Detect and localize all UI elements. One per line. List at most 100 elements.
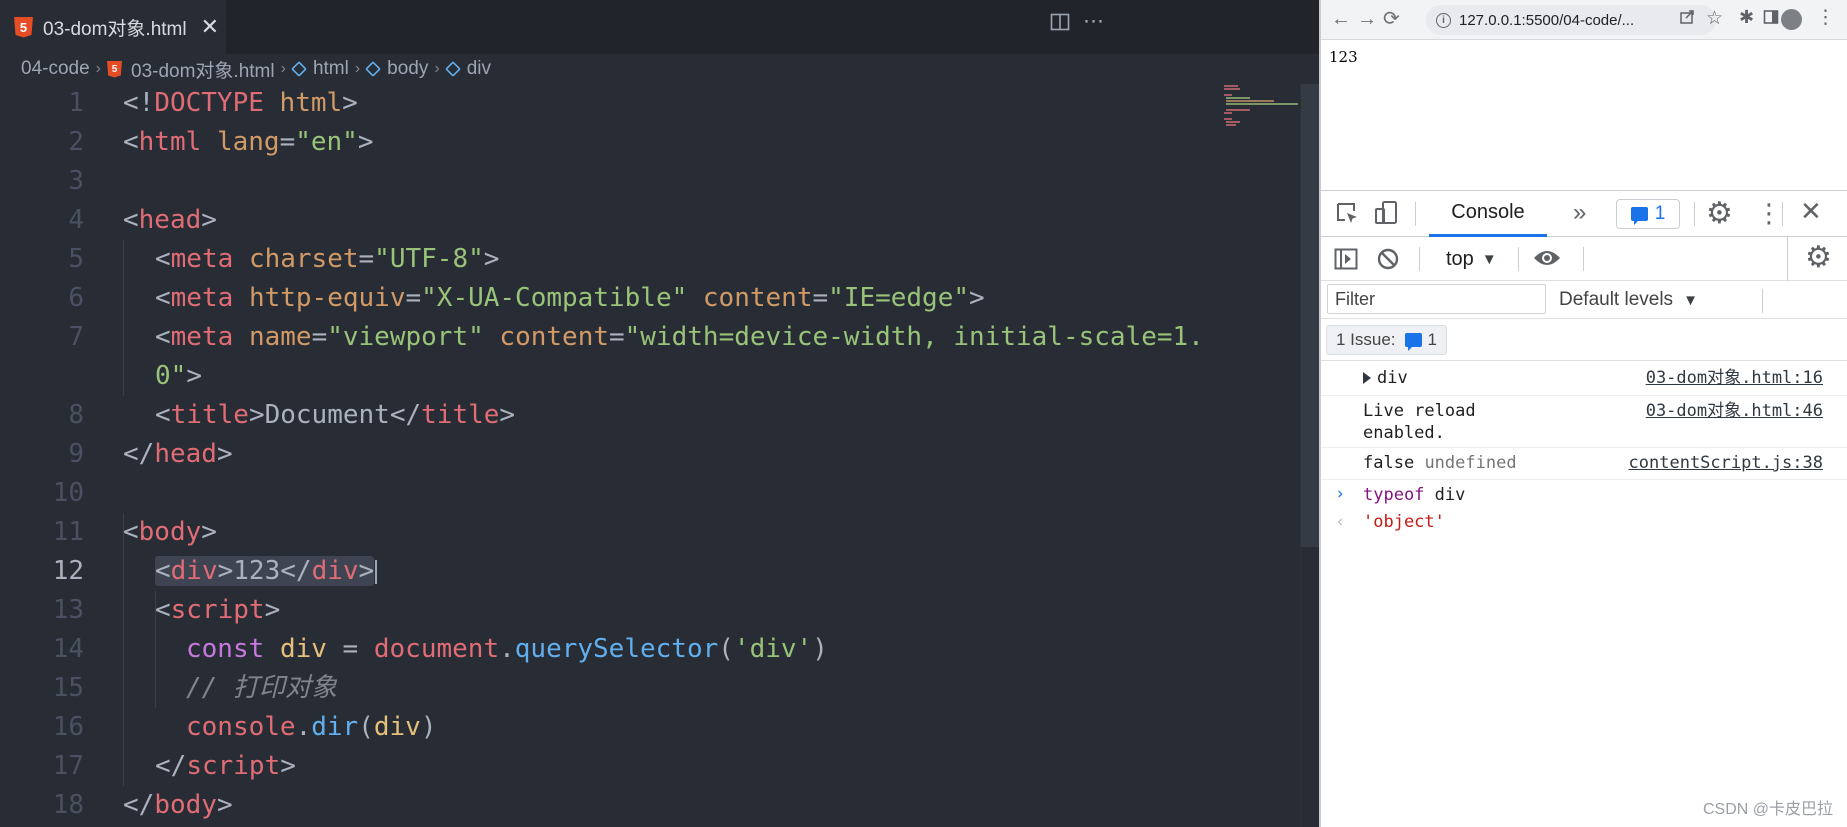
toolbar-divider xyxy=(1419,247,1420,271)
log-source-link[interactable]: 03-dom对象.html:46 xyxy=(1646,400,1823,422)
toolbar-divider xyxy=(1782,202,1783,226)
clear-console-icon[interactable] xyxy=(1376,247,1400,276)
input-keyword: typeof xyxy=(1363,485,1425,505)
line-number: 8 xyxy=(68,400,84,430)
input-expression: div xyxy=(1424,485,1466,505)
line-number: 5 xyxy=(68,244,84,274)
scrollbar-thumb[interactable] xyxy=(1301,84,1319,547)
log-entry: false undefined contentScript.js:38 xyxy=(1321,448,1847,480)
address-bar[interactable]: i 127.0.0.1:5500/04-code/... xyxy=(1426,5,1716,35)
issues-label: 1 Issue: xyxy=(1335,330,1396,349)
back-button[interactable]: ← xyxy=(1331,8,1351,30)
caret-down-icon: ▼ xyxy=(1481,250,1497,268)
close-icon[interactable]: ✕ xyxy=(201,14,219,40)
close-icon[interactable]: ✕ xyxy=(1800,196,1822,227)
breadcrumb-folder[interactable]: 04-code xyxy=(21,58,90,80)
symbol-element-icon xyxy=(291,61,307,77)
code-line: 11 <body> xyxy=(0,513,1300,552)
live-expression-eye-icon[interactable] xyxy=(1533,248,1561,273)
log-levels-dropdown[interactable]: Default levels ▼ xyxy=(1559,281,1698,319)
minimap[interactable] xyxy=(1224,84,1302,129)
code-line: 14 const div = document.querySelector('d… xyxy=(0,630,1300,669)
line-number: 18 xyxy=(52,790,84,820)
gear-icon[interactable]: ⚙ xyxy=(1706,196,1733,231)
context-selector[interactable]: top ▼ xyxy=(1446,237,1497,281)
text-cursor xyxy=(375,559,378,584)
browser-window: ← → ⟳ i 127.0.0.1:5500/04-code/... ☆ ✱ ⋮… xyxy=(1319,0,1847,827)
line-number: 16 xyxy=(52,712,84,742)
line-number: 4 xyxy=(68,205,84,235)
console-input-line[interactable]: › typeof div xyxy=(1321,480,1847,509)
breadcrumb-div[interactable]: div xyxy=(467,58,491,80)
log-message: Live reload enabled. xyxy=(1363,401,1476,443)
log-value-undefined: undefined xyxy=(1424,453,1517,473)
log-entry[interactable]: div 03-dom对象.html:16 xyxy=(1321,361,1847,396)
toolbar-divider xyxy=(1415,202,1416,226)
chevron-right-icon: › xyxy=(280,60,286,77)
code-line: 8 <title>Document</title> xyxy=(0,396,1300,435)
sidebar-toggle-icon[interactable] xyxy=(1334,248,1358,275)
tab-console[interactable]: Console xyxy=(1429,191,1547,237)
info-icon[interactable]: i xyxy=(1436,12,1451,28)
code-line: 6 <meta http-equiv="X-UA-Compatible" con… xyxy=(0,279,1300,318)
console-settings-gear-icon[interactable]: ⚙ xyxy=(1805,240,1832,275)
line-number: 12 xyxy=(52,556,84,586)
issue-message-icon xyxy=(1404,333,1422,351)
menu-icon[interactable]: ⋮ xyxy=(1816,6,1835,29)
share-icon[interactable] xyxy=(1679,8,1696,30)
code-line: 3 xyxy=(0,162,1300,201)
side-panel-icon[interactable] xyxy=(1763,9,1779,30)
toolbar-divider xyxy=(1518,247,1519,271)
more-actions-icon[interactable]: ⋯ xyxy=(1083,9,1104,34)
code-line: 5 <meta charset="UTF-8"> xyxy=(0,240,1300,279)
messages-badge[interactable]: 1 xyxy=(1616,199,1680,229)
result-value: 'object' xyxy=(1363,512,1445,532)
profile-avatar[interactable] xyxy=(1781,9,1802,30)
browser-toolbar: ← → ⟳ i 127.0.0.1:5500/04-code/... ☆ ✱ ⋮ xyxy=(1321,0,1847,40)
message-icon xyxy=(1630,207,1648,225)
code-line: 7 <meta name="viewport" content="width=d… xyxy=(0,318,1300,357)
page-content: 123 xyxy=(1329,48,1358,66)
breadcrumb-html[interactable]: html xyxy=(313,58,349,80)
issues-row: 1 Issue: 1 xyxy=(1321,319,1847,361)
devtools-panel: Console » 1 ⚙ ⋮ ✕ top ▼ ⚙ Filter Default… xyxy=(1321,190,1847,827)
code-line: 4 <head> xyxy=(0,201,1300,240)
kebab-menu-icon[interactable]: ⋮ xyxy=(1756,198,1782,229)
inspect-element-icon[interactable] xyxy=(1335,201,1360,231)
url-text[interactable]: 127.0.0.1:5500/04-code/... xyxy=(1459,12,1634,29)
star-icon[interactable]: ☆ xyxy=(1706,7,1723,30)
more-tabs-icon[interactable]: » xyxy=(1573,199,1586,227)
breadcrumb-body[interactable]: body xyxy=(387,58,428,80)
line-number: 7 xyxy=(68,322,84,352)
line-number: 10 xyxy=(52,478,84,508)
code-line: 15 // 打印对象 xyxy=(0,669,1300,708)
code-line: 16 console.dir(div) xyxy=(0,708,1300,747)
expand-triangle-icon[interactable] xyxy=(1363,372,1371,384)
log-value-false: false xyxy=(1363,453,1415,473)
code-line: 2 <html lang="en"> xyxy=(0,123,1300,162)
result-arrow-icon: ‹ xyxy=(1335,512,1346,532)
editor-tab[interactable]: 5 03-dom对象.html ✕ xyxy=(0,0,226,54)
filter-input[interactable] xyxy=(1327,284,1546,314)
line-number: 13 xyxy=(52,595,84,625)
caret-down-icon: ▼ xyxy=(1683,291,1698,309)
log-source-link[interactable]: 03-dom对象.html:16 xyxy=(1646,367,1823,389)
breadcrumb-file[interactable]: 03-dom对象.html xyxy=(131,56,275,83)
split-editor-icon[interactable] xyxy=(1050,12,1070,38)
page-viewport: 123 xyxy=(1321,40,1847,190)
line-number: 2 xyxy=(68,127,84,157)
reload-button[interactable]: ⟳ xyxy=(1383,8,1400,30)
code-line: 13 <script> xyxy=(0,591,1300,630)
log-source-link[interactable]: contentScript.js:38 xyxy=(1629,452,1823,474)
code-line: 10 xyxy=(0,474,1300,513)
device-toolbar-icon[interactable] xyxy=(1374,200,1399,231)
log-entry: Live reload enabled. 03-dom对象.html:46 xyxy=(1321,396,1847,448)
code-editor[interactable]: 5 03-dom对象.html ✕ ⋯ 04-code › 5 03-dom对象… xyxy=(0,0,1319,827)
line-number: 3 xyxy=(68,166,84,196)
line-number: 9 xyxy=(68,439,84,469)
forward-button[interactable]: → xyxy=(1357,8,1377,30)
html5-icon: 5 xyxy=(14,16,33,38)
extensions-icon[interactable]: ✱ xyxy=(1739,7,1754,28)
issues-button[interactable]: 1 Issue: 1 xyxy=(1326,325,1447,355)
breadcrumb: 04-code › 5 03-dom对象.html › html › body … xyxy=(0,54,1319,84)
